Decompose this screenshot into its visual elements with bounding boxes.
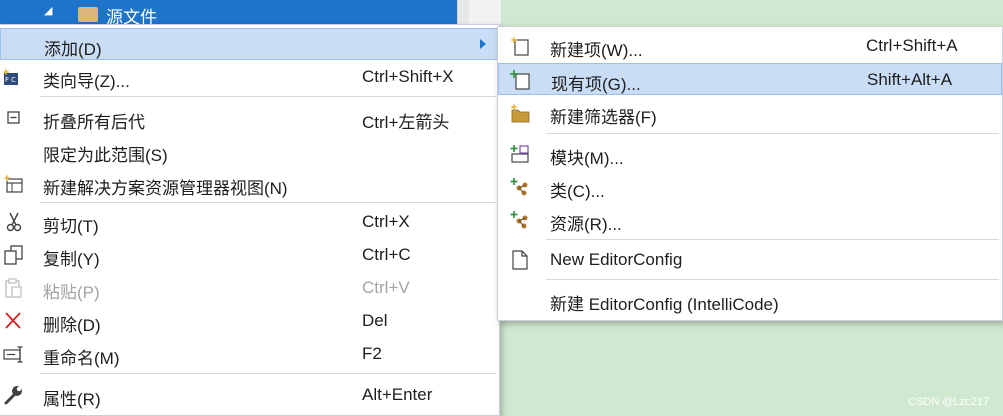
- submenu-item-new-filter[interactable]: 新建筛选器(F): [498, 97, 1002, 129]
- scissors-icon: [3, 212, 25, 232]
- menu-item-label: 新建解决方案资源管理器视图(N): [43, 179, 288, 198]
- menu-item-label: 新建项(W)...: [550, 41, 643, 60]
- menu-item-shortcut: F2: [362, 344, 382, 363]
- submenu-item-new-editorconfig[interactable]: New EditorConfig: [498, 244, 1002, 276]
- menu-item-label: 粘贴(P): [43, 283, 100, 302]
- menu-separator: [546, 239, 999, 240]
- menu-item-collapse-all[interactable]: 折叠所有后代 Ctrl+左箭头: [0, 102, 499, 134]
- menu-item-cut[interactable]: 剪切(T) Ctrl+X: [0, 206, 499, 238]
- menu-item-delete[interactable]: 删除(D) Del: [0, 305, 499, 337]
- menu-item-label: 限定为此范围(S): [43, 146, 168, 165]
- new-filter-icon: [509, 103, 531, 123]
- menu-item-label: 剪切(T): [43, 217, 99, 236]
- submenu-item-module[interactable]: 模块(M)...: [498, 138, 1002, 170]
- menu-item-label: 复制(Y): [43, 250, 100, 269]
- menu-item-properties[interactable]: 属性(R) Alt+Enter: [0, 379, 499, 411]
- menu-item-shortcut: Shift+Alt+A: [867, 70, 953, 89]
- menu-item-label: New EditorConfig: [550, 250, 683, 269]
- new-view-icon: [3, 174, 25, 194]
- menu-item-label: 新建筛选器(F): [550, 108, 657, 127]
- menu-item-shortcut: Del: [362, 311, 388, 330]
- menu-item-shortcut: Ctrl+C: [362, 245, 411, 264]
- wrench-icon: [3, 385, 25, 405]
- menu-item-label: 添加(D): [44, 40, 102, 59]
- resource-icon: [509, 210, 531, 230]
- submenu-item-resource[interactable]: 资源(R)...: [498, 204, 1002, 236]
- expand-arrow-icon[interactable]: ◢: [44, 4, 52, 17]
- submenu-item-new-item[interactable]: 新建项(W)... Ctrl+Shift+A: [498, 30, 1002, 62]
- menu-item-rename[interactable]: 重命名(M) F2: [0, 338, 499, 370]
- menu-item-shortcut: Ctrl+Shift+A: [866, 36, 958, 55]
- menu-item-new-explorer-view[interactable]: 新建解决方案资源管理器视图(N): [0, 168, 499, 200]
- menu-item-shortcut: Ctrl+V: [362, 278, 410, 297]
- svg-text:F: F: [5, 76, 9, 84]
- module-icon: [509, 144, 531, 164]
- existing-item-icon: [510, 70, 532, 90]
- rename-icon: [3, 344, 25, 364]
- menu-separator: [546, 279, 999, 280]
- menu-item-shortcut: Alt+Enter: [362, 385, 433, 404]
- add-submenu: 新建项(W)... Ctrl+Shift+A 现有项(G)... Shift+A…: [497, 26, 1003, 321]
- class-wizard-icon: F C: [2, 67, 25, 87]
- menu-item-label: 属性(R): [43, 390, 101, 409]
- menu-item-label: 现有项(G)...: [551, 75, 641, 94]
- menu-item-label: 类(C)...: [550, 182, 605, 201]
- submenu-item-new-editorconfig-intellicode[interactable]: 新建 EditorConfig (IntelliCode): [498, 284, 1002, 316]
- menu-item-label: 新建 EditorConfig (IntelliCode): [550, 295, 779, 314]
- menu-item-copy[interactable]: 复制(Y) Ctrl+C: [0, 239, 499, 271]
- menu-item-shortcut: Ctrl+X: [362, 212, 410, 231]
- editorconfig-file-icon: [509, 250, 531, 270]
- menu-separator: [40, 373, 496, 374]
- menu-item-label: 模块(M)...: [550, 149, 624, 168]
- menu-item-add[interactable]: 添加(D): [0, 28, 499, 60]
- menu-item-label: 重命名(M): [43, 349, 120, 368]
- submenu-item-existing-item[interactable]: 现有项(G)... Shift+Alt+A: [498, 63, 1002, 95]
- menu-item-label: 折叠所有后代: [43, 113, 145, 132]
- menu-item-label: 资源(R)...: [550, 215, 622, 234]
- tree-node-source-files[interactable]: ◢ 源文件: [0, 0, 457, 27]
- context-menu: 添加(D) F C 类向导(Z)... Ctrl+Shift+X 折叠所有后代 …: [0, 24, 500, 416]
- paste-icon: [3, 278, 25, 298]
- explorer-scrollbar[interactable]: [457, 0, 469, 24]
- copy-icon: [3, 245, 25, 265]
- submenu-item-class[interactable]: 类(C)...: [498, 171, 1002, 203]
- class-icon: [509, 177, 531, 197]
- delete-icon: [3, 311, 25, 331]
- menu-item-shortcut: Ctrl+左箭头: [362, 113, 450, 132]
- menu-item-scope-to-this[interactable]: 限定为此范围(S): [0, 135, 499, 167]
- menu-item-label: 删除(D): [43, 316, 101, 335]
- menu-separator: [546, 133, 999, 134]
- watermark: CSDN @Lzc217: [908, 396, 989, 408]
- menu-item-paste: 粘贴(P) Ctrl+V: [0, 272, 499, 304]
- menu-separator: [40, 202, 496, 203]
- menu-item-label: 类向导(Z)...: [43, 72, 130, 91]
- menu-item-shortcut: Ctrl+Shift+X: [362, 67, 454, 86]
- svg-text:C: C: [11, 76, 16, 84]
- menu-separator: [40, 96, 496, 97]
- folder-icon: [78, 7, 98, 22]
- menu-item-class-wizard[interactable]: F C 类向导(Z)... Ctrl+Shift+X: [0, 61, 499, 93]
- collapse-icon: [3, 108, 25, 128]
- new-item-icon: [509, 36, 531, 56]
- submenu-arrow-icon: [480, 39, 486, 49]
- explorer-edge: [469, 0, 501, 24]
